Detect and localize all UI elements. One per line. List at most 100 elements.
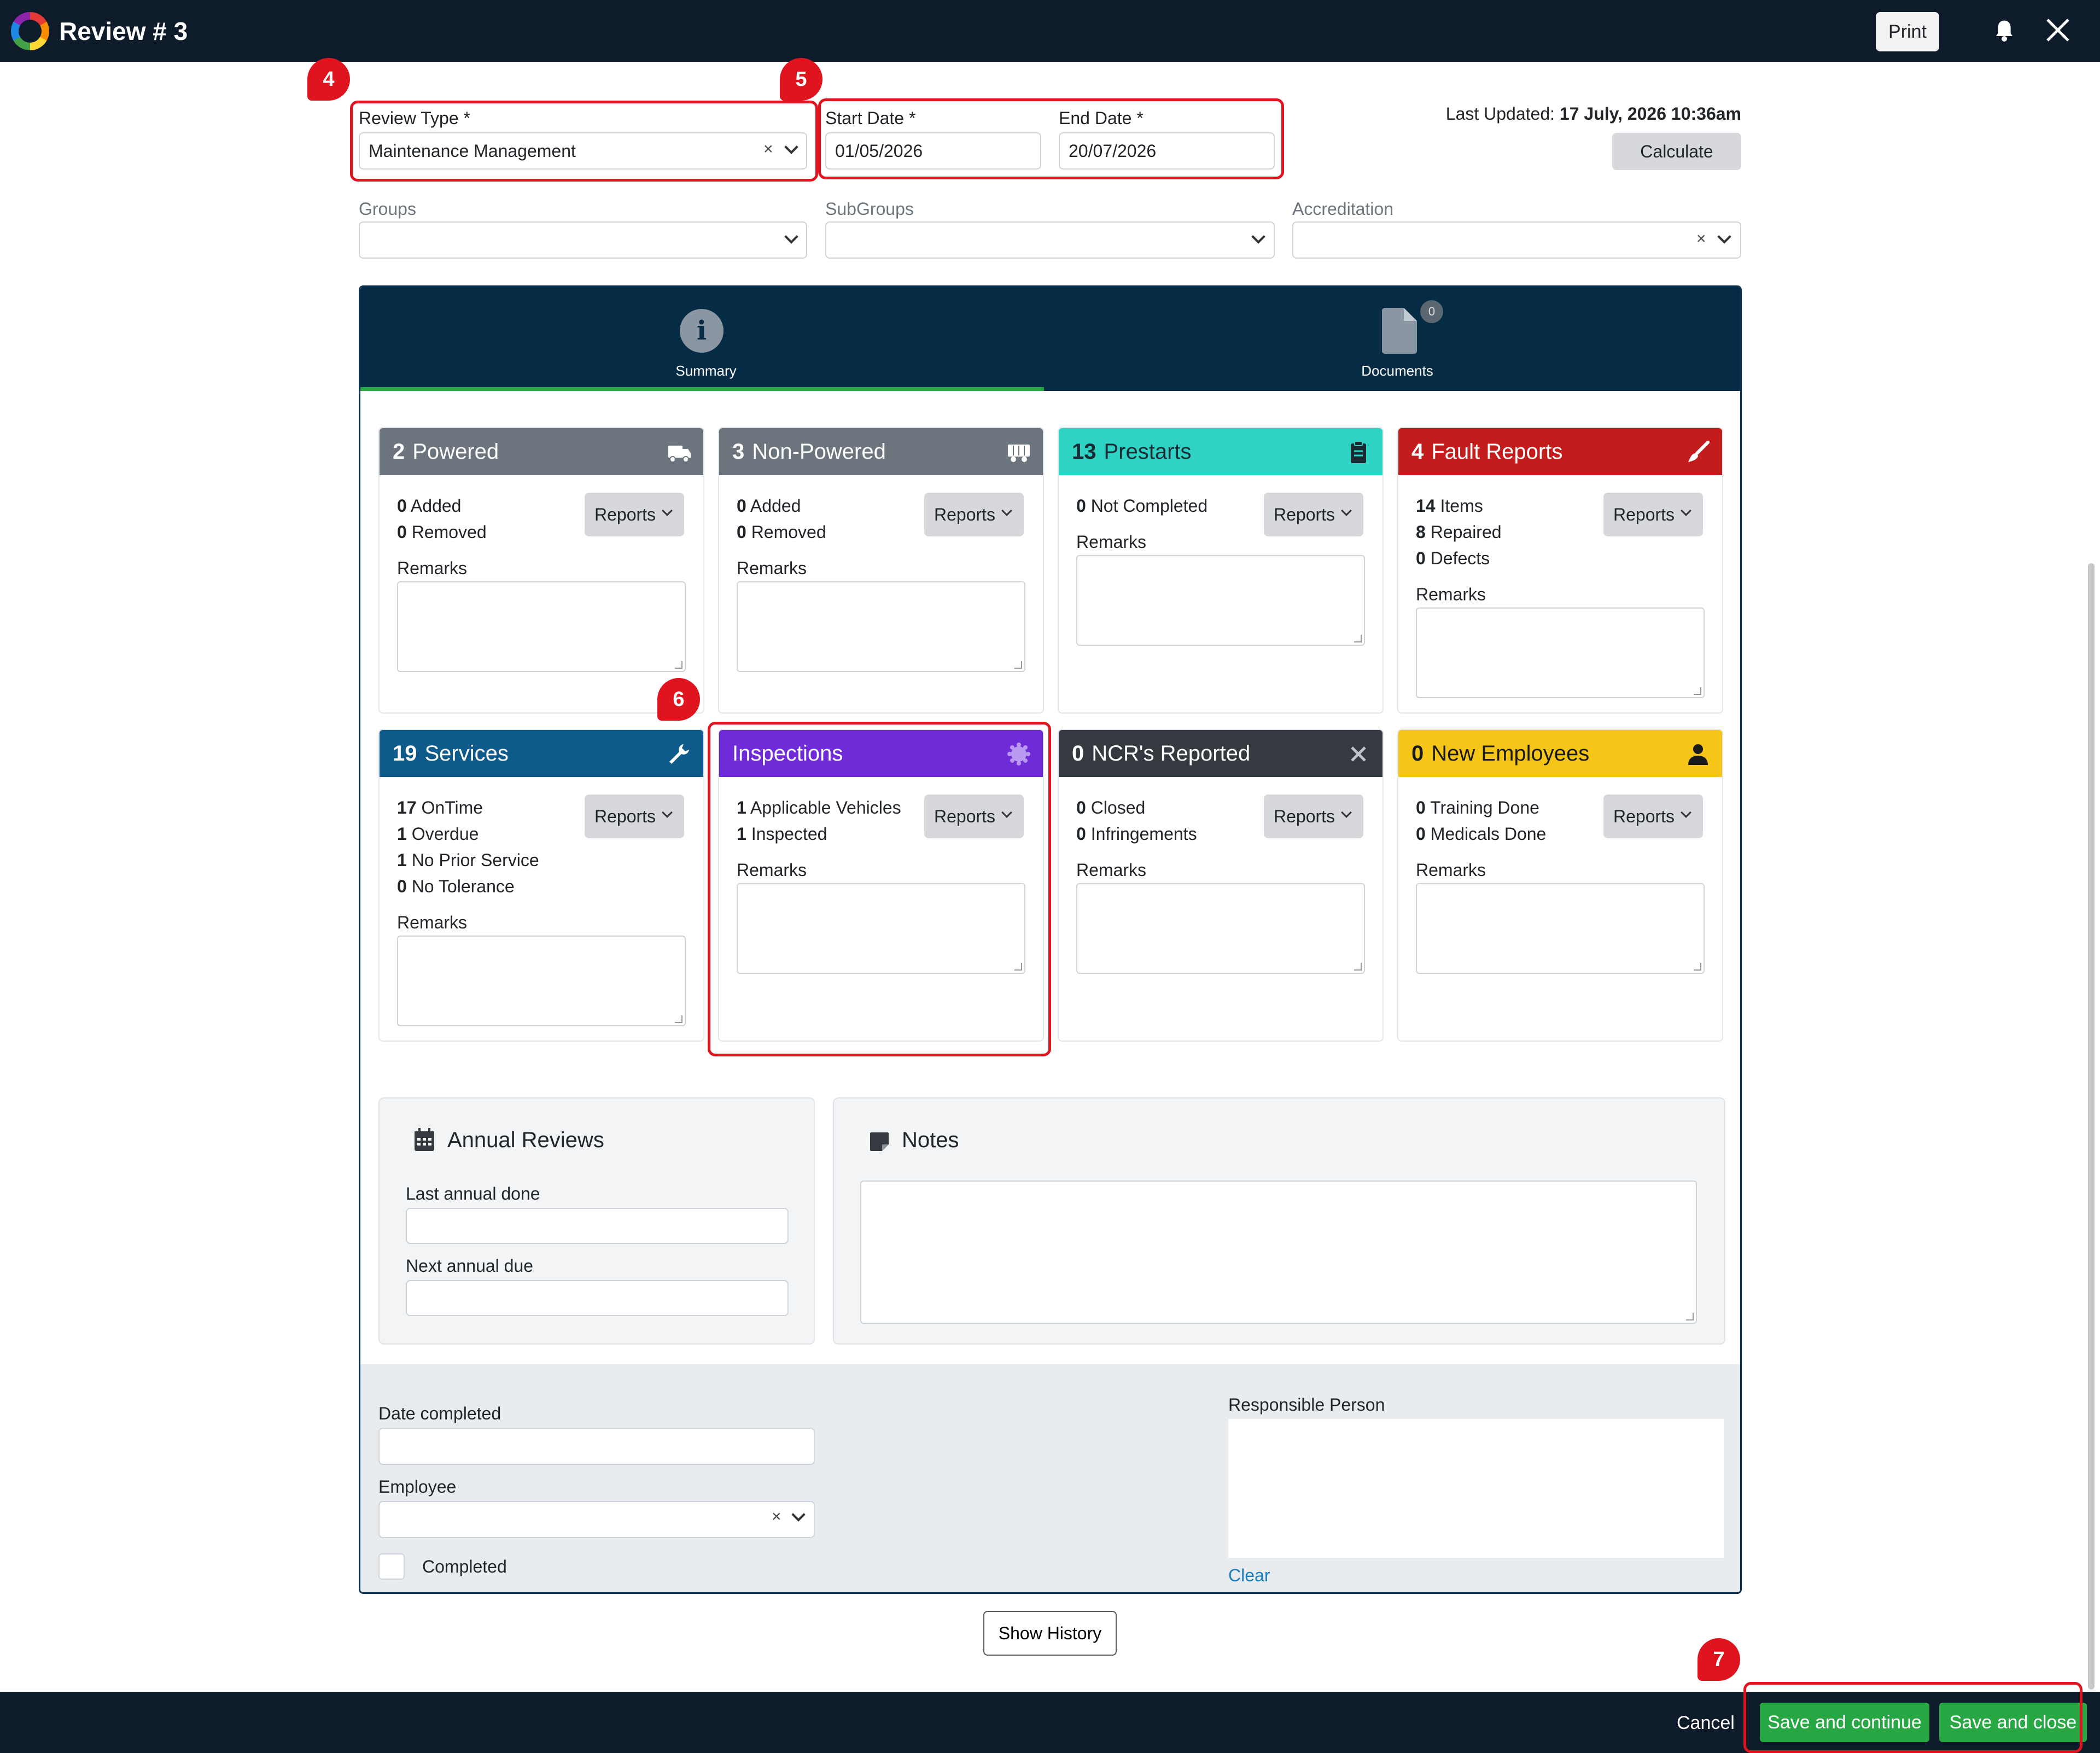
reports-dropdown[interactable]: Reports (924, 493, 1024, 536)
close-icon[interactable] (2044, 16, 2072, 44)
documents-count-badge: 0 (1420, 300, 1443, 323)
active-tab-indicator (360, 387, 1044, 391)
remarks-textarea[interactable] (397, 936, 686, 1026)
remarks-textarea[interactable] (737, 581, 1025, 672)
notes-title: Notes (902, 1128, 959, 1152)
completed-checkbox[interactable] (378, 1553, 405, 1580)
remarks-label: Remarks (1076, 532, 1147, 552)
remarks-textarea[interactable] (397, 581, 686, 672)
stat-not-completed: 0 Not Completed (1076, 496, 1208, 516)
tab-documents[interactable]: 0 Documents (1052, 287, 1740, 391)
accreditation-select[interactable] (1292, 221, 1741, 259)
clear-icon[interactable]: × (772, 1507, 781, 1526)
remarks-textarea[interactable] (1416, 607, 1705, 698)
responsible-person-label: Responsible Person (1228, 1395, 1385, 1415)
reports-dropdown[interactable]: Reports (1264, 493, 1363, 536)
stat-no-tolerance: 0 No Tolerance (397, 877, 515, 896)
stat-overdue: 1 Overdue (397, 824, 479, 844)
card-fault-reports-header: 4 Fault Reports (1398, 428, 1722, 475)
clear-icon[interactable]: × (1696, 230, 1706, 248)
annual-reviews-section: Annual Reviews Last annual done Next ann… (378, 1097, 815, 1345)
annotation-badge-6: 6 (657, 678, 700, 721)
truck-icon (668, 446, 691, 463)
page-title: Review # 3 (59, 17, 188, 45)
reports-dropdown[interactable]: Reports (585, 493, 684, 536)
reports-dropdown[interactable]: Reports (1603, 493, 1703, 536)
annual-reviews-title: Annual Reviews (447, 1128, 604, 1152)
card-services: 19 Services 17 OnTime 1 Overdue 1 No Pri… (378, 729, 704, 1042)
annotation-box-5 (818, 98, 1284, 179)
annotation-badge-7: 7 (1698, 1638, 1740, 1681)
scrollbar[interactable] (2088, 563, 2095, 1690)
cancel-button[interactable]: Cancel (1677, 1713, 1735, 1734)
card-services-header: 19 Services (380, 730, 703, 777)
card-prestarts: 13 Prestarts 0 Not Completed Reports Rem… (1058, 427, 1384, 714)
annotation-box-4 (350, 101, 818, 182)
card-new-employees-header: 0 New Employees (1398, 730, 1722, 777)
card-non-powered-header: 3 Non-Powered (719, 428, 1043, 475)
stat-medicals-done: 0 Medicals Done (1416, 824, 1547, 844)
date-completed-label: Date completed (378, 1404, 501, 1423)
stat-added: 0 Added (737, 496, 801, 516)
annotation-badge-5: 5 (780, 58, 822, 101)
annotation-box-7 (1743, 1682, 2082, 1753)
remarks-label: Remarks (737, 558, 807, 578)
stat-removed: 0 Removed (397, 522, 487, 542)
document-icon (1382, 308, 1417, 354)
card-ncr-header: 0 NCR's Reported (1059, 730, 1382, 777)
last-updated: Last Updated: 17 July, 2026 10:36am (1445, 104, 1741, 124)
last-annual-input[interactable] (406, 1208, 789, 1244)
reports-dropdown[interactable]: Reports (1264, 794, 1363, 838)
last-annual-label: Last annual done (406, 1184, 540, 1203)
next-annual-label: Next annual due (406, 1256, 534, 1276)
remarks-textarea[interactable] (1076, 883, 1365, 974)
signature-pad[interactable] (1228, 1419, 1724, 1558)
clear-link[interactable]: Clear (1228, 1565, 1270, 1586)
subgroups-select[interactable] (825, 221, 1275, 259)
completed-label: Completed (422, 1557, 507, 1576)
next-annual-input[interactable] (406, 1280, 789, 1316)
stat-items: 14 Items (1416, 496, 1483, 516)
accreditation-label: Accreditation (1292, 199, 1393, 219)
stat-closed: 0 Closed (1076, 798, 1146, 817)
card-non-powered: 3 Non-Powered 0 Added 0 Removed Reports … (718, 427, 1044, 714)
card-powered-header: 2 Powered (380, 428, 703, 475)
groups-label: Groups (359, 199, 416, 219)
groups-select[interactable] (359, 221, 807, 259)
employee-label: Employee (378, 1477, 457, 1497)
card-powered: 2 Powered 0 Added 0 Removed Reports Rema… (378, 427, 704, 714)
card-fault-reports: 4 Fault Reports 14 Items 8 Repaired 0 De… (1397, 427, 1723, 714)
stat-training-done: 0 Training Done (1416, 798, 1539, 817)
subgroups-label: SubGroups (825, 199, 914, 219)
user-icon (1688, 744, 1708, 765)
employee-select[interactable] (378, 1501, 815, 1538)
card-new-employees: 0 New Employees 0 Training Done 0 Medica… (1397, 729, 1723, 1042)
reports-dropdown[interactable]: Reports (1603, 794, 1703, 838)
annotation-box-6 (708, 722, 1051, 1056)
stat-infringements: 0 Infringements (1076, 824, 1197, 844)
remarks-textarea[interactable] (1076, 555, 1365, 646)
calculate-button[interactable]: Calculate (1612, 133, 1741, 170)
date-completed-input[interactable] (378, 1428, 815, 1465)
note-icon (870, 1132, 889, 1151)
remarks-label: Remarks (397, 913, 468, 932)
tab-summary[interactable]: i Summary (360, 287, 1052, 391)
remarks-label: Remarks (1416, 585, 1486, 604)
card-prestarts-header: 13 Prestarts (1059, 428, 1382, 475)
logo-icon (11, 12, 49, 50)
remarks-textarea[interactable] (1416, 883, 1705, 974)
notes-section: Notes (833, 1097, 1725, 1345)
show-history-button[interactable]: Show History (983, 1611, 1117, 1656)
remarks-label: Remarks (1076, 860, 1147, 880)
print-button[interactable]: Print (1876, 12, 1939, 51)
info-icon: i (680, 309, 724, 353)
notes-textarea[interactable] (860, 1181, 1697, 1324)
clipboard-icon (1351, 441, 1366, 463)
bell-icon[interactable] (1993, 19, 2015, 43)
reports-dropdown[interactable]: Reports (585, 794, 684, 838)
remarks-label: Remarks (1416, 860, 1486, 880)
top-bar: Review # 3 Print (0, 0, 2100, 62)
trailer-icon (1008, 445, 1030, 462)
stat-added: 0 Added (397, 496, 462, 516)
tab-bar: i Summary 0 Documents (360, 287, 1740, 391)
